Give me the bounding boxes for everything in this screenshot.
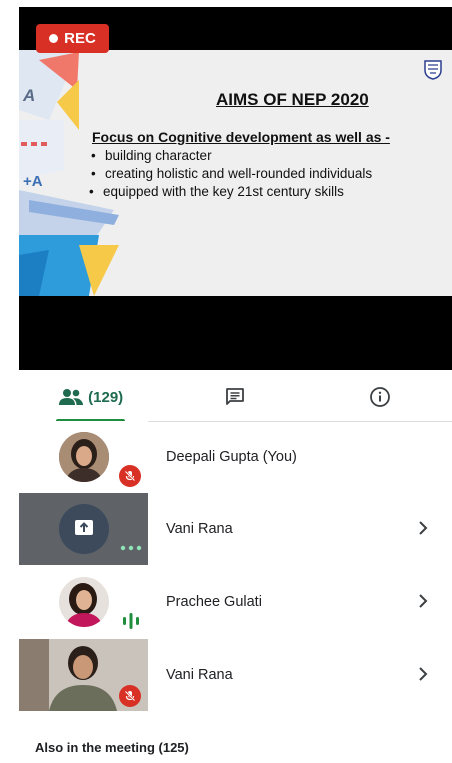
slide-decor-text-plus-a: +A	[23, 173, 43, 190]
presentation-slide: A +A AIMS OF NEP 2020 Focus on Cognitive…	[19, 50, 452, 296]
recording-label: REC	[64, 30, 96, 47]
participant-row[interactable]: Vani Rana	[19, 639, 452, 711]
chevron-right-icon[interactable]	[418, 520, 428, 536]
slide-title: AIMS OF NEP 2020	[216, 90, 369, 109]
people-count: (129)	[88, 388, 124, 406]
slide-bullet: equipped with the key 21st century skill…	[89, 183, 372, 201]
avatar-photo	[59, 432, 109, 482]
presenting-avatar	[59, 504, 109, 554]
participant-row[interactable]: Deepali Gupta (You)	[19, 421, 452, 493]
info-icon	[369, 387, 390, 407]
people-icon	[59, 389, 84, 405]
avatar	[59, 577, 109, 627]
participant-tile	[19, 421, 148, 493]
slide-bullets: building character creating holistic and…	[89, 147, 372, 201]
slide-bullet: creating holistic and well-rounded indiv…	[91, 165, 372, 183]
chevron-right-icon[interactable]	[418, 666, 428, 682]
slide-bullet: building character	[91, 147, 372, 165]
chat-icon	[226, 388, 245, 405]
mic-muted-badge	[119, 685, 141, 707]
mic-off-icon	[124, 690, 136, 702]
also-in-meeting-heading: Also in the meeting (125)	[35, 740, 189, 755]
side-panel-tabs: (129)	[19, 373, 452, 422]
tab-info[interactable]	[308, 373, 452, 421]
participant-tile	[19, 493, 148, 565]
participant-tile	[19, 566, 148, 638]
participant-row[interactable]: Vani Rana	[19, 493, 452, 565]
participant-name: Vani Rana	[166, 521, 233, 537]
participant-name: Deepali Gupta (You)	[166, 449, 297, 465]
school-logo-icon	[424, 60, 442, 80]
slide-decor-text-a: A	[23, 86, 36, 105]
avatar-photo	[59, 577, 109, 627]
participant-row[interactable]: Prachee Gulati	[19, 566, 452, 638]
video-stage[interactable]: A +A AIMS OF NEP 2020 Focus on Cognitive…	[19, 7, 452, 370]
participant-name: Vani Rana	[166, 667, 233, 683]
mic-off-icon	[124, 470, 136, 482]
mic-muted-badge	[119, 465, 141, 487]
participant-name: Prachee Gulati	[166, 594, 262, 610]
tab-chat[interactable]	[163, 373, 307, 421]
chevron-right-icon[interactable]	[418, 593, 428, 609]
more-dots-icon	[120, 545, 142, 551]
recording-badge: REC	[36, 24, 109, 53]
slide-subtitle: Focus on Cognitive development as well a…	[92, 129, 390, 145]
present-screen-icon	[75, 520, 93, 535]
tab-people[interactable]: (129)	[19, 373, 163, 422]
avatar	[59, 432, 109, 482]
participant-tile	[19, 639, 148, 711]
record-dot-icon	[49, 34, 59, 43]
speaking-indicator-icon	[123, 613, 139, 629]
